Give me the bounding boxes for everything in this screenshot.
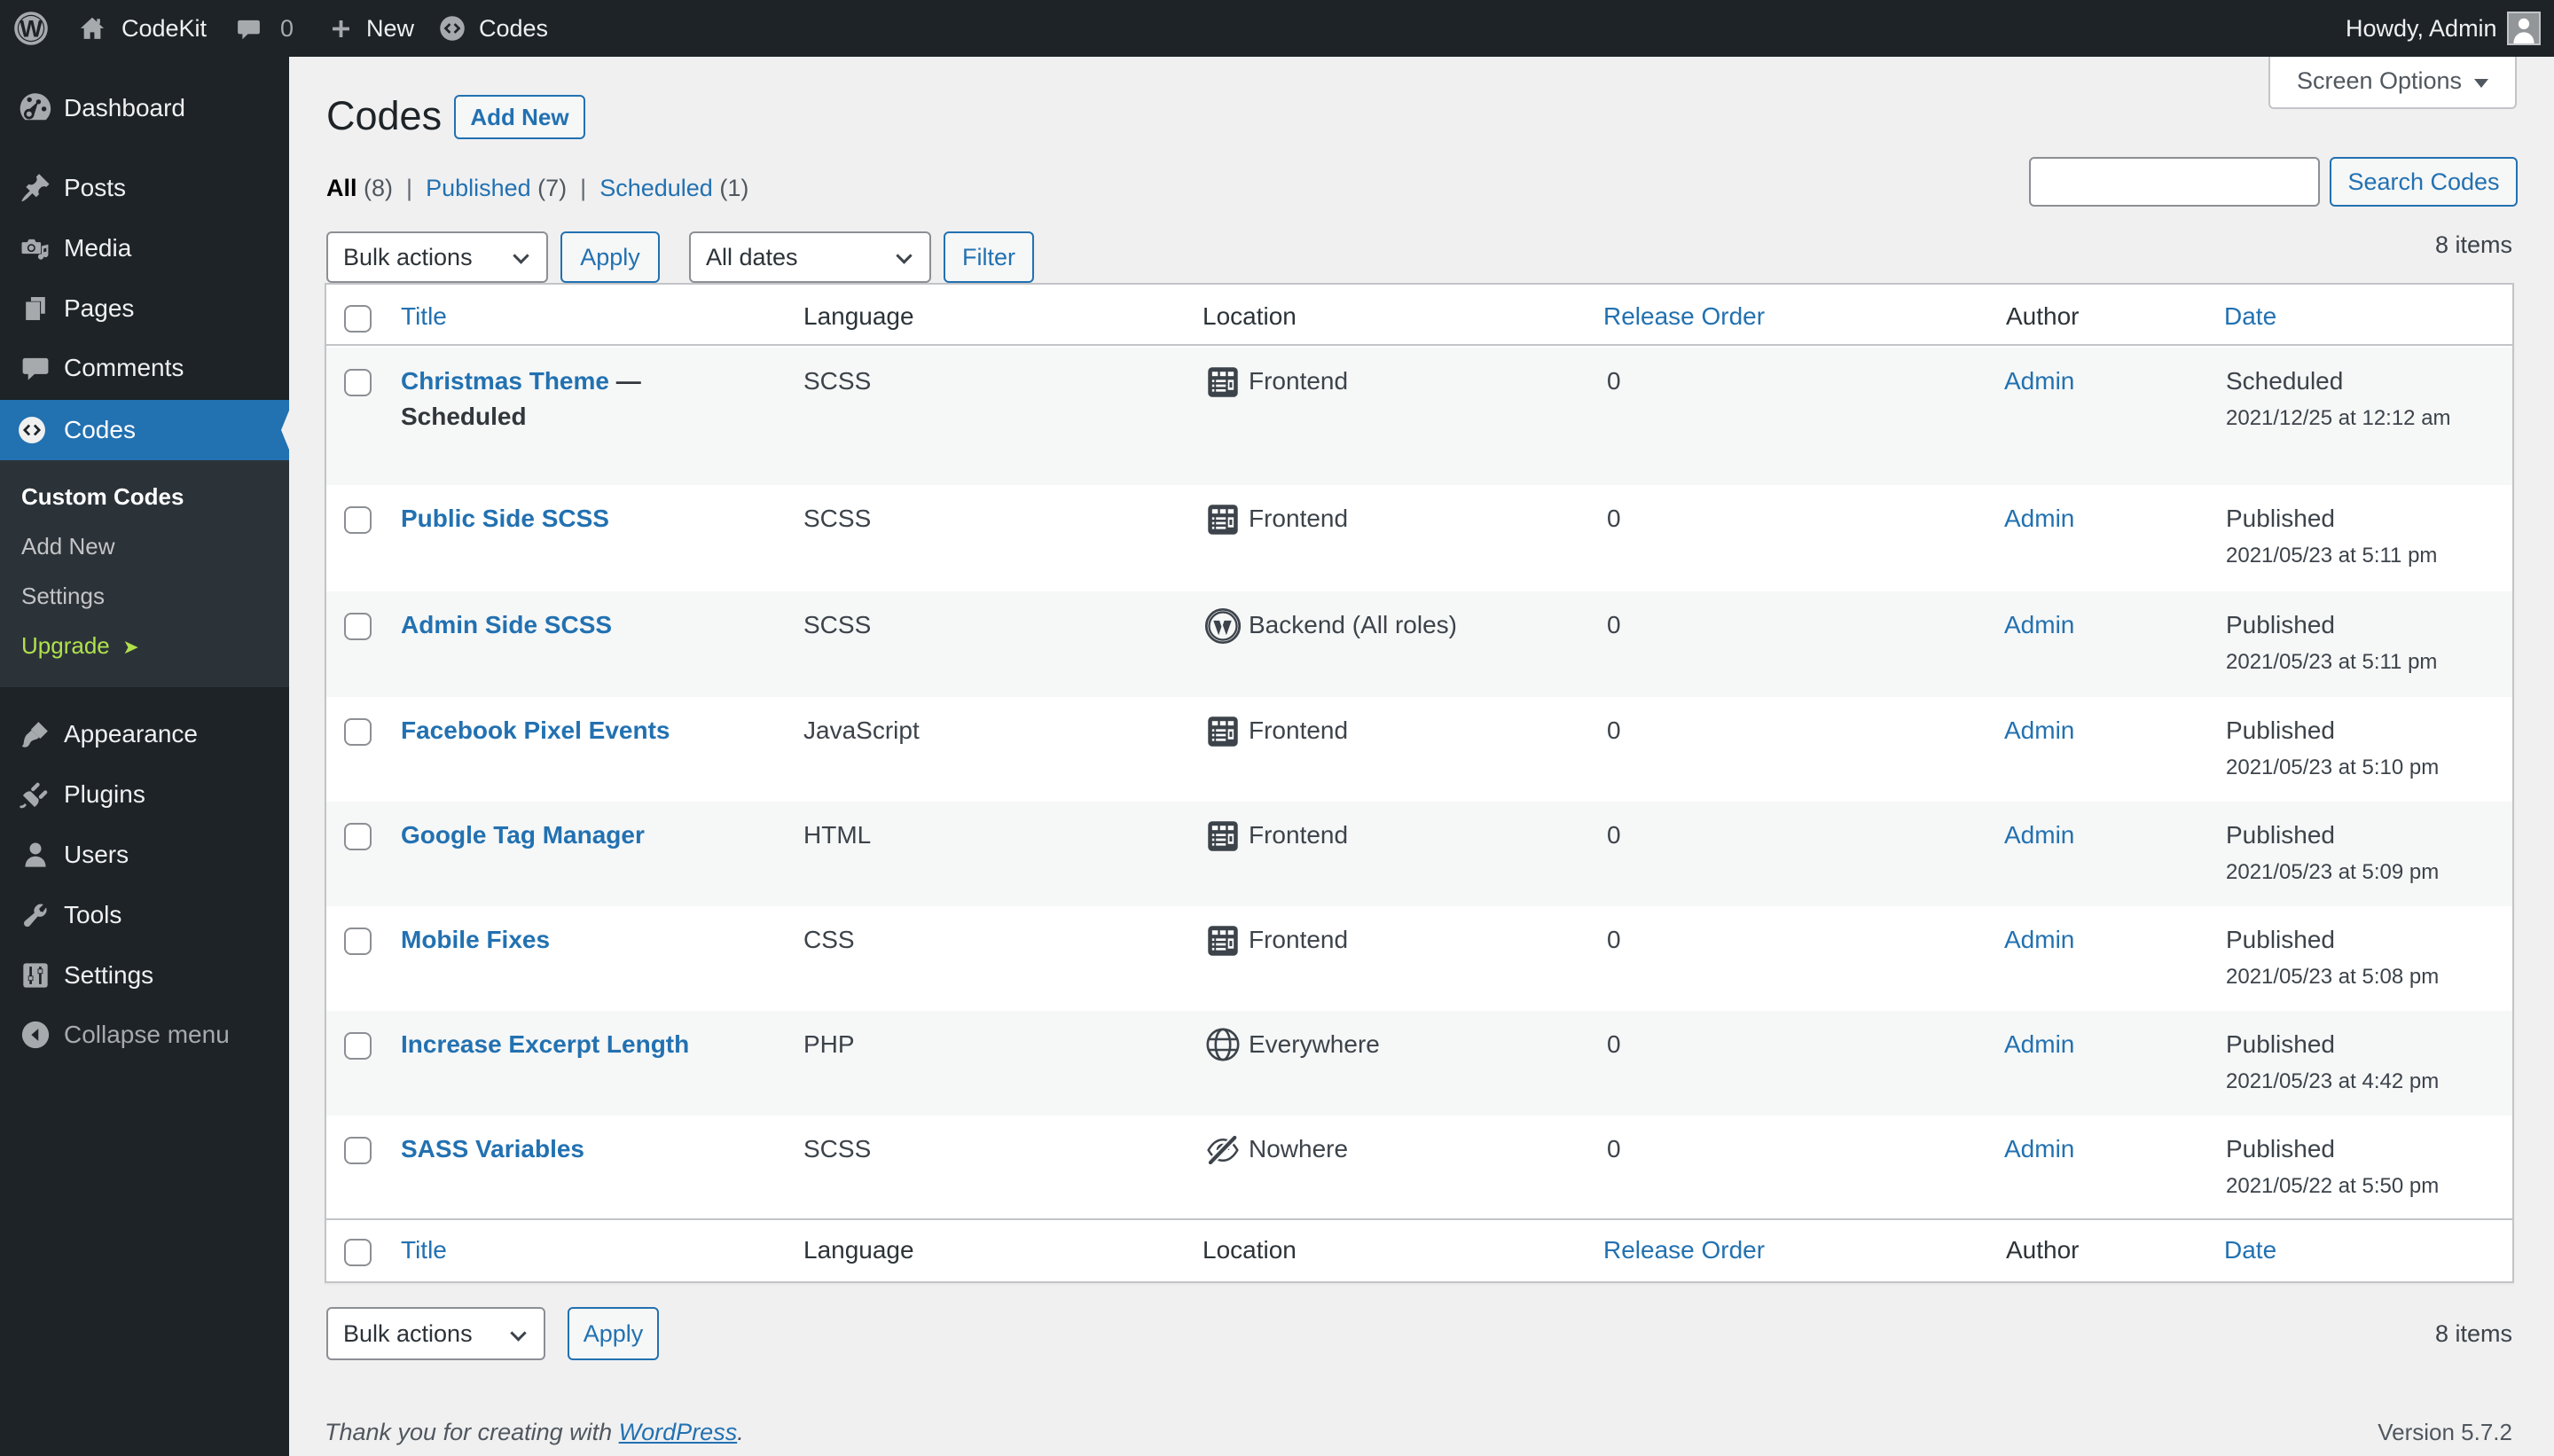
- svg-text:W: W: [20, 16, 43, 43]
